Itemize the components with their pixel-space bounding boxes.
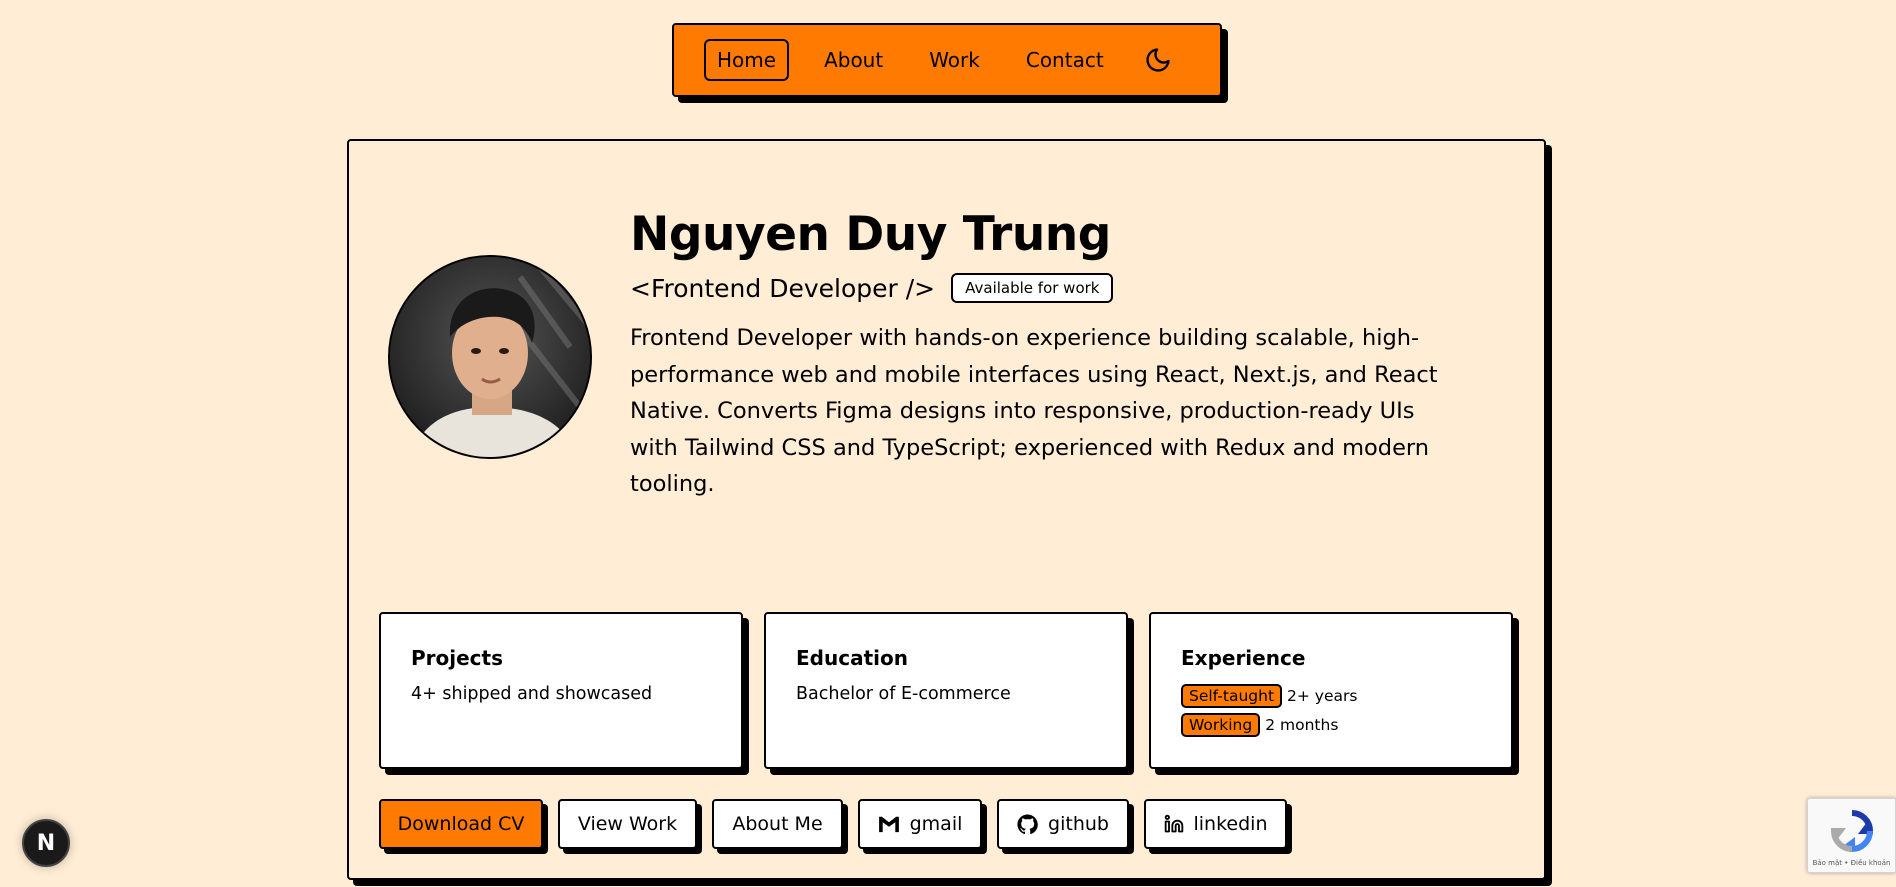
next-devtools-button[interactable]: N — [22, 819, 70, 867]
download-cv-button[interactable]: Download CV — [379, 799, 543, 849]
stat-education-title: Education — [796, 646, 908, 670]
role-title: <Frontend Developer /> — [630, 273, 936, 303]
top-nav: Home About Work Contact — [672, 23, 1222, 97]
download-cv-label: Download CV — [397, 813, 525, 835]
avatar — [388, 255, 592, 459]
stat-projects-title: Projects — [411, 646, 504, 670]
theme-toggle-button[interactable] — [1141, 43, 1175, 77]
experience-row: Self-taught 2+ years — [1181, 684, 1481, 708]
stat-projects: Projects 4+ shipped and showcased — [379, 612, 743, 769]
about-me-label: About Me — [732, 813, 823, 835]
about-me-button[interactable]: About Me — [712, 799, 843, 849]
github-button[interactable]: github — [997, 799, 1129, 849]
experience-tag: Self-taught — [1181, 684, 1283, 708]
view-work-label: View Work — [577, 813, 678, 835]
view-work-button[interactable]: View Work — [558, 799, 697, 849]
nav-home[interactable]: Home — [704, 39, 790, 81]
github-label: github — [1048, 813, 1109, 835]
stat-education: Education Bachelor of E-commerce — [764, 612, 1128, 769]
profile-bio: Frontend Developer with hands-on experie… — [630, 325, 1438, 497]
gmail-button[interactable]: gmail — [858, 799, 982, 849]
moon-icon — [1146, 48, 1170, 72]
nav-about[interactable]: About — [813, 39, 894, 81]
experience-value: 2 months — [1265, 716, 1339, 734]
role-row: <Frontend Developer /> Available for wor… — [630, 273, 1114, 303]
experience-row: Working 2 months — [1181, 713, 1481, 737]
github-icon — [1017, 813, 1038, 835]
status-badge: Available for work — [951, 273, 1114, 303]
nav-contact[interactable]: Contact — [1015, 39, 1115, 81]
gmail-label: gmail — [909, 813, 963, 835]
experience-tag: Working — [1181, 713, 1261, 737]
stat-experience-title: Experience — [1181, 646, 1306, 670]
linkedin-icon — [1164, 814, 1184, 834]
linkedin-label: linkedin — [1193, 813, 1268, 835]
action-buttons: Download CV View Work About Me gmail git… — [379, 799, 1302, 849]
stat-education-text: Bachelor of E-commerce — [796, 684, 1011, 704]
gmail-icon — [878, 815, 900, 833]
hero-card: Nguyen Duy Trung <Frontend Developer /> … — [347, 139, 1546, 880]
experience-value: 2+ years — [1287, 687, 1358, 705]
recaptcha-icon — [1830, 810, 1874, 853]
recaptcha-widget[interactable]: Bảo mật • Điều khoản — [1807, 798, 1896, 873]
stat-experience: Experience Self-taught 2+ years Working … — [1149, 612, 1513, 769]
linkedin-button[interactable]: linkedin — [1144, 799, 1287, 849]
stat-projects-text: 4+ shipped and showcased — [411, 684, 653, 704]
profile-name: Nguyen Duy Trung — [630, 207, 1111, 262]
recaptcha-terms: Bảo mật • Điều khoản — [1812, 859, 1891, 867]
next-logo-letter: N — [36, 830, 56, 856]
profile-photo — [390, 257, 590, 457]
nav-work[interactable]: Work — [918, 39, 991, 81]
